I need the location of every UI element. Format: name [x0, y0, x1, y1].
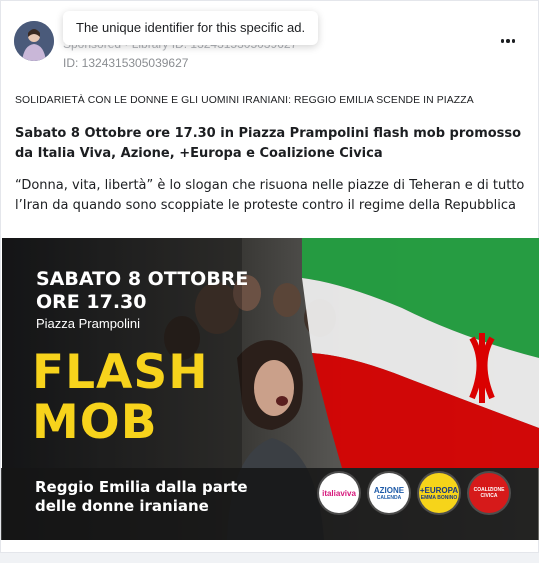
logo-azione-text: AZIONE: [373, 485, 405, 495]
ad-body-text: “Donna, vita, libertà” è lo slogan che r…: [15, 178, 525, 213]
creative-place: Piazza Prampolini: [36, 316, 141, 331]
logo-europa-sub: EMMA BONINO: [420, 494, 458, 501]
creative-slogan-line1: Reggio Emilia dalla parte: [35, 478, 248, 496]
more-dots-icon: [506, 39, 510, 43]
logo-azione: AZIONE CALENDA: [369, 473, 409, 513]
ad-link-title: SOLIDARIETÀ CON LE DONNE E GLI UOMINI IR…: [15, 95, 474, 106]
creative-flash-line1: FLASH: [32, 345, 209, 400]
ad-id: ID: 1324315305039627: [63, 56, 189, 70]
logo-italiaviva: italiaviva: [319, 473, 359, 513]
creative-date-line1: SABATO 8 OTTOBRE: [36, 268, 249, 290]
more-dots-icon: [500, 39, 505, 43]
more-dots-icon: [511, 39, 516, 43]
creative-slogan: Reggio Emilia dalla parte delle donne ir…: [35, 478, 248, 516]
ad-card: Sponsored · Library ID: 1324315305039627…: [0, 0, 539, 553]
logo-coalizione: COALIZIONE CIVICA: [469, 473, 509, 513]
logo-italiaviva-text: italiaviva: [322, 488, 356, 498]
logo-europa: +EUROPA EMMA BONINO: [419, 473, 459, 513]
creative-flash-mob: FLASH MOB: [32, 348, 209, 448]
creative-flash-line2: MOB: [32, 395, 158, 450]
creative-date-line2: ORE 17.30: [36, 291, 147, 313]
ad-text: SOLIDARIETÀ CON LE DONNE E GLI UOMINI IR…: [15, 95, 527, 216]
avatar-image: [14, 21, 54, 61]
logo-europa-text: +EUROPA: [419, 485, 459, 495]
page-avatar[interactable]: [14, 21, 54, 61]
ad-id-tooltip: The unique identifier for this specific …: [63, 11, 319, 45]
creative-date: SABATO 8 OTTOBRE ORE 17.30: [36, 268, 248, 314]
logo-coalizione-text: COALIZIONE CIVICA: [473, 487, 505, 499]
ad-headline: Sabato 8 Ottobre ore 17.30 in Piazza Pra…: [15, 126, 522, 161]
more-options-button[interactable]: [496, 33, 520, 49]
logo-azione-sub: CALENDA: [376, 494, 402, 501]
creative-slogan-line2: delle donne iraniane: [35, 497, 209, 515]
party-logos: italiaviva AZIONE CALENDA +EUROPA EMMA B…: [319, 473, 531, 519]
